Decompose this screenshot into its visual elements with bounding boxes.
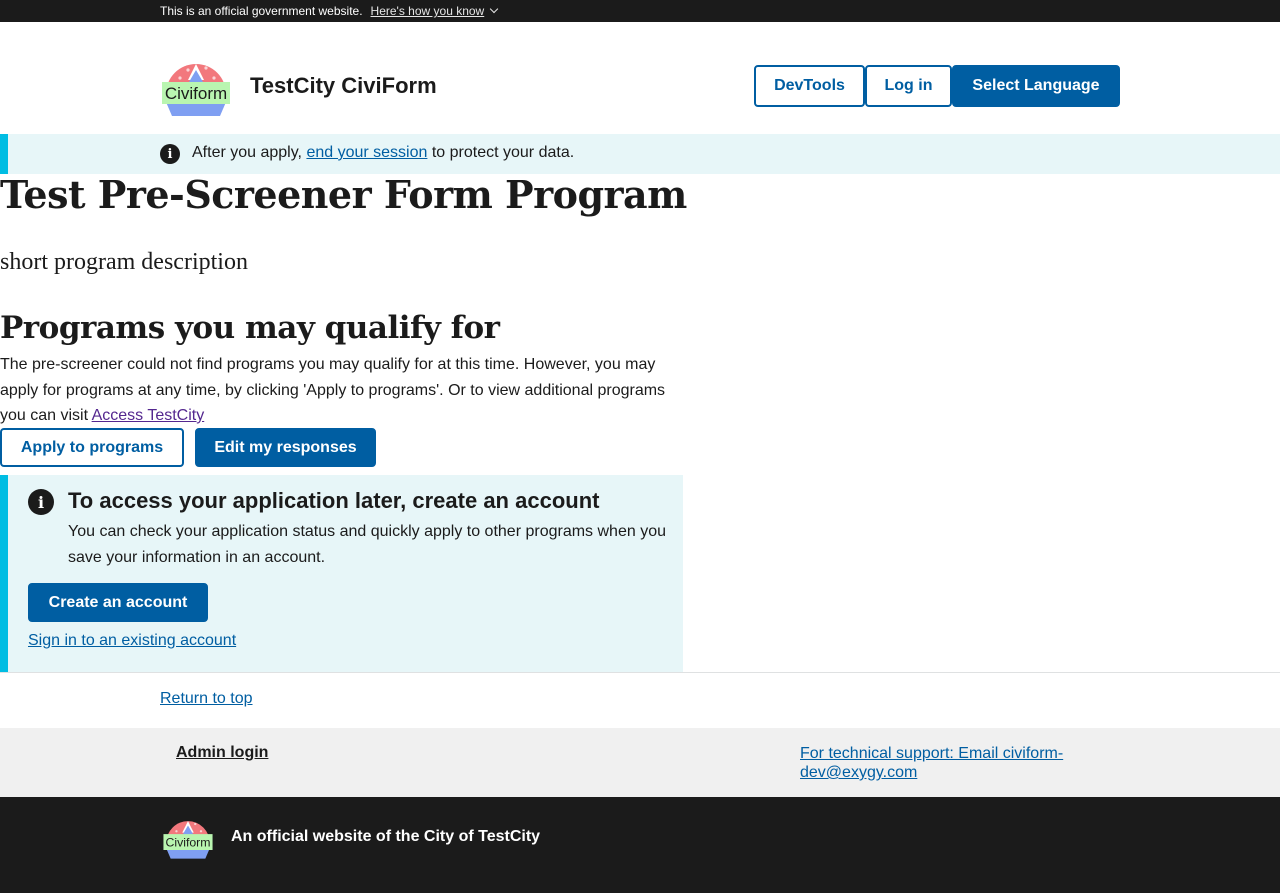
access-testcity-link[interactable]: Access TestCity (92, 407, 205, 424)
account-alert-heading: To access your application later, create… (68, 488, 600, 513)
logo-text: Civiform (165, 84, 227, 103)
session-alert-text-after: to protect your data. (427, 144, 575, 161)
return-to-top-link[interactable]: Return to top (160, 690, 253, 708)
civiform-footer-logo: Civiform (162, 813, 214, 861)
account-alert-text: You can check your application status an… (68, 523, 666, 566)
select-language-button[interactable]: Select Language (952, 65, 1120, 107)
qualify-text: The pre-screener could not find programs… (0, 352, 685, 429)
info-icon: i (160, 144, 180, 164)
create-account-button[interactable]: Create an account (28, 583, 208, 622)
program-title: Test Pre-Screener Form Program (0, 172, 687, 217)
end-session-link[interactable]: end your session (306, 144, 427, 161)
apply-to-programs-button[interactable]: Apply to programs (0, 428, 184, 467)
civiform-logo[interactable]: Civiform (160, 54, 232, 118)
footer-identifier: Civiform An official website of the City… (0, 797, 1280, 893)
program-description: short program description (0, 249, 248, 275)
return-to-top-bar: Return to top (0, 672, 1280, 728)
create-account-alert: i To access your application later, crea… (0, 475, 683, 672)
gov-banner: This is an official government website. … (0, 0, 1280, 22)
edit-responses-button[interactable]: Edit my responses (195, 428, 376, 467)
session-alert: i After you apply, end your session to p… (0, 134, 1280, 174)
heres-how-you-know-link[interactable]: Here's how you know (370, 4, 499, 18)
site-header: Civiform TestCity CiviForm DevTools Log … (0, 22, 1280, 134)
heres-how-you-know-label: Here's how you know (370, 4, 485, 18)
qualify-heading: Programs you may qualify for (0, 310, 500, 346)
login-button[interactable]: Log in (865, 65, 952, 107)
session-alert-text-before: After you apply, (192, 144, 307, 161)
admin-login-link[interactable]: Admin login (176, 744, 268, 762)
footer-logo-text: Civiform (166, 835, 211, 849)
chevron-down-icon (489, 4, 499, 14)
technical-support-link[interactable]: For technical support: Email civiform-de… (800, 744, 1100, 782)
sign-in-existing-account-link[interactable]: Sign in to an existing account (28, 632, 236, 650)
footer-secondary: Admin login For technical support: Email… (0, 728, 1280, 797)
official-website-text: An official website of the City of TestC… (231, 828, 541, 845)
devtools-button[interactable]: DevTools (754, 65, 865, 107)
gov-banner-text: This is an official government website. (160, 4, 363, 18)
session-alert-message: After you apply, end your session to pro… (192, 144, 574, 162)
info-icon: i (28, 489, 54, 515)
site-title[interactable]: TestCity CiviForm (250, 73, 437, 99)
